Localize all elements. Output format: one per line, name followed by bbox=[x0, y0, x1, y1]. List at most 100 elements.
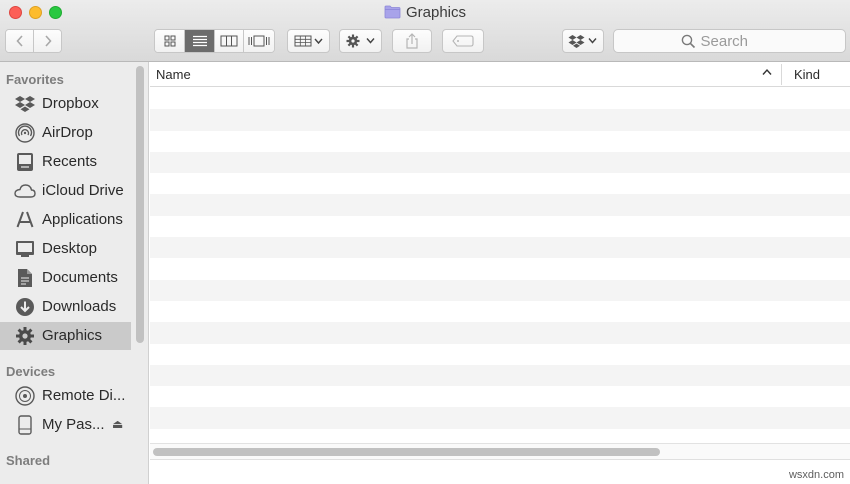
list-rows bbox=[150, 88, 850, 451]
disc-icon bbox=[14, 386, 36, 406]
empty-row bbox=[150, 237, 850, 259]
file-list: Name Kind bbox=[150, 62, 850, 484]
sidebar-item-label: Recents bbox=[42, 153, 98, 170]
sidebar: Favorites Dropbox AirDrop Recents iCloud… bbox=[0, 62, 149, 484]
cloud-icon bbox=[14, 181, 36, 201]
column-view-button[interactable] bbox=[215, 30, 244, 52]
recents-icon bbox=[14, 152, 36, 172]
column-view-icon bbox=[220, 35, 238, 47]
applications-icon bbox=[14, 210, 36, 230]
empty-row bbox=[150, 88, 850, 110]
column-header-name[interactable]: Name bbox=[156, 67, 191, 82]
sidebar-item-label: AirDrop bbox=[42, 124, 93, 141]
close-window-button[interactable] bbox=[9, 6, 22, 19]
sidebar-item-airdrop[interactable]: AirDrop bbox=[0, 119, 131, 147]
column-header-kind[interactable]: Kind bbox=[794, 67, 820, 82]
empty-row bbox=[150, 173, 850, 195]
minimize-window-button[interactable] bbox=[29, 6, 42, 19]
sidebar-scrollbar[interactable] bbox=[136, 66, 144, 343]
horizontal-scrollbar[interactable] bbox=[150, 443, 850, 459]
gallery-view-button[interactable] bbox=[244, 30, 274, 52]
empty-row bbox=[150, 109, 850, 131]
gallery-view-icon bbox=[248, 35, 270, 47]
window-title: Graphics bbox=[0, 4, 850, 21]
empty-row bbox=[150, 279, 850, 301]
sidebar-item-label: Desktop bbox=[42, 240, 98, 257]
column-divider[interactable] bbox=[781, 64, 782, 85]
search-field[interactable] bbox=[613, 29, 846, 53]
sidebar-item-downloads[interactable]: Downloads bbox=[0, 293, 131, 321]
dropbox-icon bbox=[14, 94, 36, 114]
group-button[interactable] bbox=[287, 29, 330, 53]
search-icon bbox=[681, 34, 695, 48]
eject-icon[interactable]: ⏏ bbox=[112, 417, 123, 431]
share-button[interactable] bbox=[392, 29, 432, 53]
share-icon bbox=[406, 33, 418, 49]
drive-icon bbox=[14, 415, 36, 435]
empty-row bbox=[150, 151, 850, 174]
folder-icon bbox=[384, 5, 401, 19]
sidebar-item-label: iCloud Drive bbox=[42, 182, 124, 199]
watermark: wsxdn.com bbox=[788, 469, 844, 481]
horizontal-scroll-thumb[interactable] bbox=[153, 448, 660, 456]
sidebar-item-graphics[interactable]: Graphics bbox=[0, 322, 131, 350]
empty-row bbox=[150, 407, 850, 429]
empty-row bbox=[150, 364, 850, 387]
view-mode-selector bbox=[154, 29, 275, 53]
sort-ascending-icon bbox=[762, 67, 772, 79]
window-title-text: Graphics bbox=[405, 4, 467, 21]
search-input[interactable] bbox=[700, 32, 779, 50]
empty-row bbox=[150, 300, 850, 323]
empty-row bbox=[150, 386, 850, 408]
toolbar: Graphics bbox=[0, 0, 850, 62]
section-header-devices: Devices bbox=[6, 364, 56, 379]
navigation-buttons bbox=[5, 29, 62, 53]
action-button[interactable] bbox=[339, 29, 382, 53]
back-button[interactable] bbox=[6, 30, 34, 52]
empty-row bbox=[150, 258, 850, 280]
sidebar-item-recents[interactable]: Recents bbox=[0, 148, 131, 176]
empty-row bbox=[150, 343, 850, 365]
chevron-left-icon bbox=[15, 35, 23, 47]
list-view-icon bbox=[192, 35, 207, 47]
group-icon bbox=[294, 35, 323, 47]
sidebar-item-icloud-drive[interactable]: iCloud Drive bbox=[0, 177, 131, 205]
sidebar-item-label: Remote Di... bbox=[42, 387, 126, 404]
gear-icon bbox=[346, 34, 375, 48]
empty-row bbox=[150, 194, 850, 216]
chevron-right-icon bbox=[44, 35, 52, 47]
downloads-icon bbox=[14, 297, 36, 317]
dropbox-icon bbox=[568, 35, 597, 48]
section-header-favorites: Favorites bbox=[6, 72, 64, 87]
empty-row bbox=[150, 215, 850, 238]
sidebar-item-desktop[interactable]: Desktop bbox=[0, 235, 131, 263]
zoom-window-button[interactable] bbox=[49, 6, 62, 19]
empty-row bbox=[150, 130, 850, 152]
sidebar-item-label: Dropbox bbox=[42, 95, 99, 112]
sidebar-item-label: Downloads bbox=[42, 298, 117, 315]
icon-view-icon bbox=[164, 35, 175, 47]
tags-button[interactable] bbox=[442, 29, 484, 53]
dropbox-menu-button[interactable] bbox=[562, 29, 604, 53]
gear-icon bbox=[14, 326, 36, 346]
sidebar-item-documents[interactable]: Documents bbox=[0, 264, 131, 292]
forward-button[interactable] bbox=[34, 30, 61, 52]
sidebar-item-label: Applications bbox=[42, 211, 123, 228]
sidebar-item-remote-disc[interactable]: Remote Di... bbox=[0, 382, 131, 410]
column-headers: Name Kind bbox=[150, 62, 850, 87]
section-header-shared: Shared bbox=[6, 453, 51, 468]
sidebar-item-my-passport[interactable]: My Pas... ⏏ bbox=[0, 411, 131, 439]
list-view-button[interactable] bbox=[185, 30, 215, 52]
icon-view-button[interactable] bbox=[155, 30, 185, 52]
airdrop-icon bbox=[14, 123, 36, 143]
sidebar-item-label: Documents bbox=[42, 269, 118, 286]
sidebar-item-label: Graphics bbox=[42, 327, 103, 344]
tag-icon bbox=[452, 35, 474, 47]
list-footer bbox=[150, 459, 850, 484]
documents-icon bbox=[14, 268, 36, 288]
desktop-icon bbox=[14, 239, 36, 259]
sidebar-item-label: My Pas... bbox=[42, 416, 105, 433]
sidebar-item-applications[interactable]: Applications bbox=[0, 206, 131, 234]
empty-row bbox=[150, 322, 850, 344]
sidebar-item-dropbox[interactable]: Dropbox bbox=[0, 90, 131, 118]
